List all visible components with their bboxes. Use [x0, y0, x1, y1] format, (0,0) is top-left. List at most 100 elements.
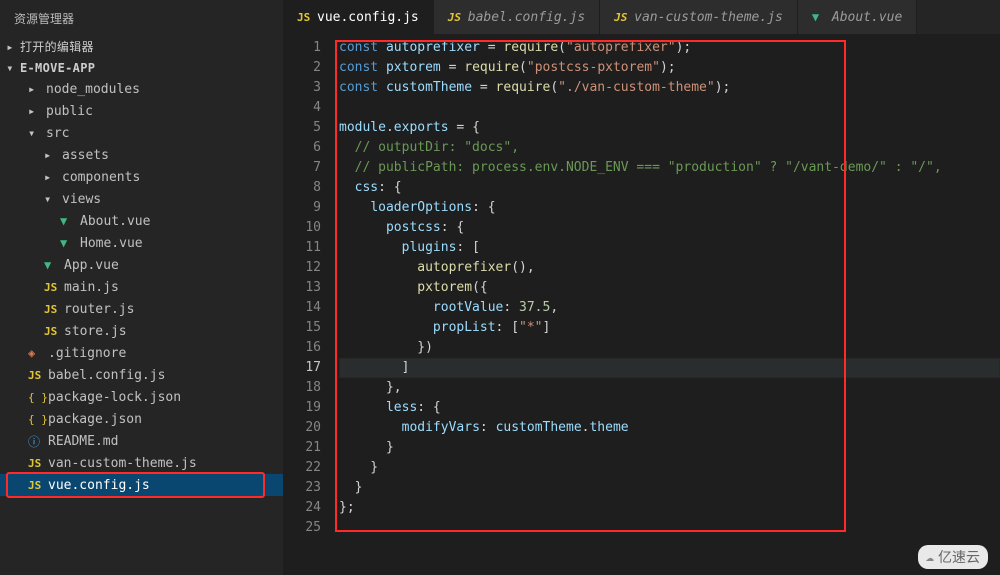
code-line[interactable]: loaderOptions: { — [339, 198, 1000, 218]
tab-label: van-custom-theme.js — [634, 10, 783, 25]
js-icon: JS — [297, 11, 311, 24]
tree-item-label: router.js — [64, 302, 134, 317]
tree-item-main-js[interactable]: JSmain.js — [0, 276, 283, 298]
tree-item-vue-config-js[interactable]: JSvue.config.js — [0, 474, 283, 496]
tab-vue-config-js[interactable]: JS vue.config.js — [283, 0, 434, 34]
project-name: E-MOVE-APP — [20, 61, 95, 75]
project-section[interactable]: ▾ E-MOVE-APP — [0, 58, 283, 78]
line-number: 5 — [283, 118, 321, 138]
explorer-title: 资源管理器 — [0, 0, 283, 35]
code-line[interactable]: } — [339, 438, 1000, 458]
tab-label: vue.config.js — [317, 10, 419, 25]
line-number: 21 — [283, 438, 321, 458]
code-line[interactable] — [339, 518, 1000, 538]
tree-item-About-vue[interactable]: ▼About.vue — [0, 210, 283, 232]
line-number: 14 — [283, 298, 321, 318]
watermark-badge: ☁ 亿速云 — [918, 545, 988, 569]
code-line[interactable]: // outputDir: "docs", — [339, 138, 1000, 158]
tab-bar: JS vue.config.js JSbabel.config.js JS van-cu… — [283, 0, 1000, 34]
js-icon: JS — [614, 11, 628, 24]
code-line[interactable]: } — [339, 478, 1000, 498]
line-number: 8 — [283, 178, 321, 198]
chevron-icon: ▸ — [44, 148, 56, 162]
line-number: 7 — [283, 158, 321, 178]
line-number: 20 — [283, 418, 321, 438]
line-number: 9 — [283, 198, 321, 218]
tree-item-label: public — [46, 104, 93, 119]
tree-item-components[interactable]: ▸components — [0, 166, 283, 188]
tree-item-public[interactable]: ▸public — [0, 100, 283, 122]
vue-icon: ▼ — [60, 236, 74, 250]
code-line[interactable]: plugins: [ — [339, 238, 1000, 258]
line-number: 6 — [283, 138, 321, 158]
json-icon: { } — [28, 413, 42, 426]
code-line[interactable]: }; — [339, 498, 1000, 518]
open-editors-label: 打开的编辑器 — [20, 38, 94, 55]
line-number: 13 — [283, 278, 321, 298]
tree-item-store-js[interactable]: JSstore.js — [0, 320, 283, 342]
tab-About-vue[interactable]: ▼About.vue — [798, 0, 917, 34]
code-content[interactable]: const autoprefixer = require("autoprefix… — [339, 38, 1000, 575]
tree-item-van-custom-theme-js[interactable]: JSvan-custom-theme.js — [0, 452, 283, 474]
code-line[interactable]: } — [339, 458, 1000, 478]
tree-item-src[interactable]: ▾src — [0, 122, 283, 144]
tree-item-babel-config-js[interactable]: JSbabel.config.js — [0, 364, 283, 386]
tree-item-README-md[interactable]: ⓘREADME.md — [0, 430, 283, 452]
code-line[interactable]: rootValue: 37.5, — [339, 298, 1000, 318]
line-number: 10 — [283, 218, 321, 238]
code-line[interactable] — [339, 98, 1000, 118]
tree-item-node_modules[interactable]: ▸node_modules — [0, 78, 283, 100]
code-area[interactable]: 1234567891011121314151617181920212223242… — [283, 34, 1000, 575]
tree-item-views[interactable]: ▾views — [0, 188, 283, 210]
tree-item--gitignore[interactable]: ◈.gitignore — [0, 342, 283, 364]
tab-babel-config-js[interactable]: JSbabel.config.js — [434, 0, 600, 34]
js-icon: JS — [44, 325, 58, 338]
code-line[interactable]: // publicPath: process.env.NODE_ENV === … — [339, 158, 1000, 178]
tree-item-assets[interactable]: ▸ assets — [0, 144, 283, 166]
vue-icon: ▼ — [44, 258, 58, 272]
tree-item-label: components — [62, 170, 140, 185]
code-line[interactable]: propList: ["*"] — [339, 318, 1000, 338]
line-number: 3 — [283, 78, 321, 98]
code-line[interactable]: }, — [339, 378, 1000, 398]
tree-item-label: node_modules — [46, 82, 140, 97]
tree-item-label: .gitignore — [48, 346, 126, 361]
tree-item-package-lock-json[interactable]: { }package-lock.json — [0, 386, 283, 408]
tree-item-label: vue.config.js — [48, 478, 150, 493]
chevron-icon: ▾ — [44, 192, 56, 206]
tree-item-package-json[interactable]: { }package.json — [0, 408, 283, 430]
line-number: 12 — [283, 258, 321, 278]
vue-icon: ▼ — [812, 10, 826, 24]
code-line[interactable]: pxtorem({ — [339, 278, 1000, 298]
tab-van-custom-theme-js[interactable]: JS van-custom-theme.js — [600, 0, 798, 34]
tree-item-App-vue[interactable]: ▼ App.vue — [0, 254, 283, 276]
code-line[interactable]: const customTheme = require("./van-custo… — [339, 78, 1000, 98]
code-line[interactable]: const pxtorem = require("postcss-pxtorem… — [339, 58, 1000, 78]
chevron-right-icon: ▸ — [4, 40, 16, 54]
line-number: 22 — [283, 458, 321, 478]
line-number: 24 — [283, 498, 321, 518]
code-line[interactable]: modifyVars: customTheme.theme — [339, 418, 1000, 438]
editor-area: JS vue.config.js JSbabel.config.js JS van-cu… — [283, 0, 1000, 575]
code-line[interactable]: ] — [339, 358, 1000, 378]
js-icon: JS — [44, 281, 58, 294]
js-icon: JS — [28, 369, 42, 382]
code-line[interactable]: less: { — [339, 398, 1000, 418]
line-number: 11 — [283, 238, 321, 258]
code-line[interactable]: const autoprefixer = require("autoprefix… — [339, 38, 1000, 58]
tree-item-Home-vue[interactable]: ▼Home.vue — [0, 232, 283, 254]
tree-item-label: App.vue — [64, 258, 119, 273]
line-number: 17 — [283, 358, 321, 378]
tree-item-router-js[interactable]: JSrouter.js — [0, 298, 283, 320]
open-editors-section[interactable]: ▸ 打开的编辑器 — [0, 35, 283, 58]
line-number: 25 — [283, 518, 321, 538]
code-line[interactable]: autoprefixer(), — [339, 258, 1000, 278]
code-line[interactable]: css: { — [339, 178, 1000, 198]
code-line[interactable]: }) — [339, 338, 1000, 358]
info-icon: ⓘ — [28, 433, 42, 450]
vue-icon: ▼ — [60, 214, 74, 228]
code-line[interactable]: postcss: { — [339, 218, 1000, 238]
tree-item-label: assets — [62, 148, 109, 163]
line-number: 15 — [283, 318, 321, 338]
code-line[interactable]: module.exports = { — [339, 118, 1000, 138]
